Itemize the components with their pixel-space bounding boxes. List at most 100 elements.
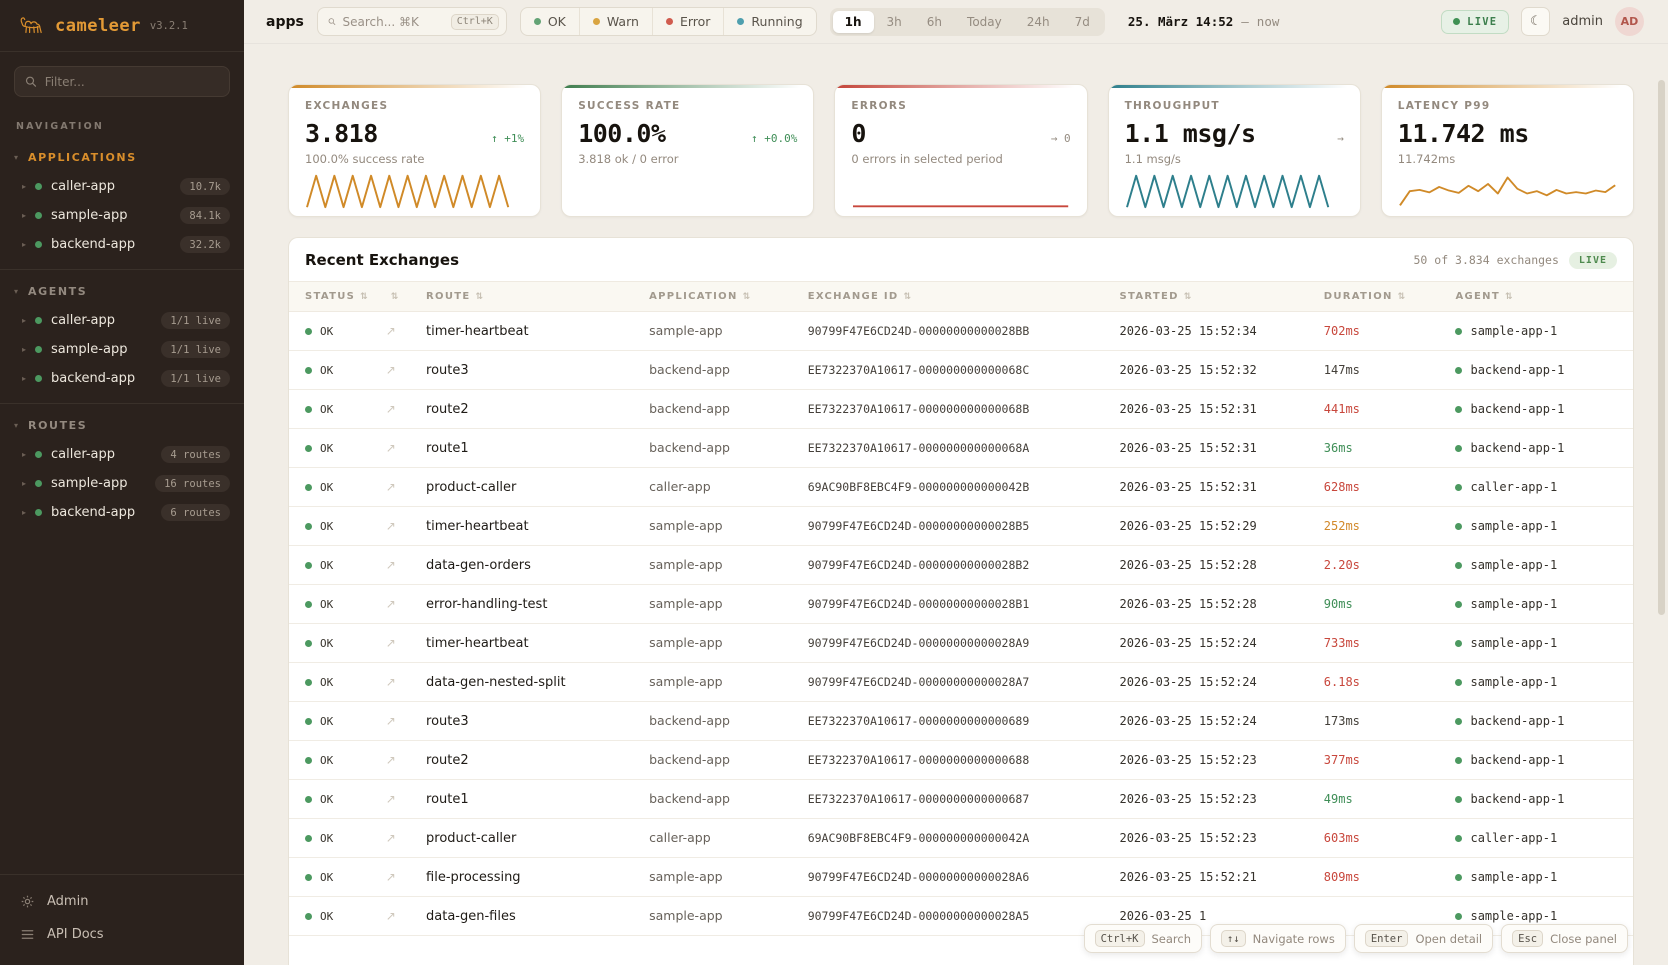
- table-row[interactable]: OK ↗ timer-heartbeat sample-app 90799F47…: [289, 507, 1633, 546]
- sidebar-item[interactable]: ▸ backend-app 6 routes: [0, 498, 244, 527]
- metric-value: 1.1 msg/s: [1125, 119, 1256, 148]
- row-application: sample-app: [649, 557, 723, 572]
- sidebar-item[interactable]: ▸ caller-app 10.7k: [0, 172, 244, 201]
- open-exchange-icon[interactable]: ↗: [386, 675, 396, 689]
- row-started: 2026-03-25 15:52:23: [1119, 753, 1256, 767]
- time-range-button[interactable]: 6h: [915, 11, 954, 33]
- row-agent-label: backend-app-1: [1470, 441, 1564, 455]
- row-started: 2026-03-25 15:52:29: [1119, 519, 1256, 533]
- sidebar-filter[interactable]: [14, 66, 230, 97]
- search-box[interactable]: Ctrl+K: [317, 7, 507, 36]
- column-header[interactable]: STARTED⇅: [1111, 282, 1315, 312]
- row-status: OK: [305, 871, 370, 884]
- sidebar-item[interactable]: ▸ sample-app 1/1 live: [0, 335, 244, 364]
- ok-dot-icon: [305, 718, 312, 725]
- column-header[interactable]: EXCHANGE ID⇅: [800, 282, 1112, 312]
- theme-toggle-button[interactable]: ☾: [1521, 7, 1550, 36]
- sidebar-footer-item[interactable]: Admin: [0, 885, 244, 918]
- column-header[interactable]: DURATION⇅: [1316, 282, 1448, 312]
- table-row[interactable]: OK ↗ file-processing sample-app 90799F47…: [289, 858, 1633, 897]
- sidebar-item[interactable]: ▸ sample-app 16 routes: [0, 469, 244, 498]
- sidebar-item[interactable]: ▸ caller-app 1/1 live: [0, 306, 244, 335]
- sidebar-section-header[interactable]: ▾ ROUTES: [0, 412, 244, 440]
- table-row[interactable]: OK ↗ product-caller caller-app 69AC90BF8…: [289, 468, 1633, 507]
- column-header[interactable]: AGENT⇅: [1447, 282, 1633, 312]
- open-exchange-icon[interactable]: ↗: [386, 324, 396, 338]
- sidebar-item[interactable]: ▸ caller-app 4 routes: [0, 440, 244, 469]
- sort-icon: ⇅: [391, 292, 400, 302]
- open-exchange-icon[interactable]: ↗: [386, 636, 396, 650]
- filter-input[interactable]: [45, 75, 219, 89]
- table-row[interactable]: OK ↗ timer-heartbeat sample-app 90799F47…: [289, 312, 1633, 351]
- metric-accent-bar: [1382, 85, 1633, 88]
- row-route: route1: [426, 441, 469, 456]
- open-exchange-icon[interactable]: ↗: [386, 519, 396, 533]
- open-exchange-icon[interactable]: ↗: [386, 558, 396, 572]
- table-row[interactable]: OK ↗ route3 backend-app EE7322370A10617-…: [289, 351, 1633, 390]
- search-input[interactable]: [343, 15, 444, 29]
- app-version: v3.2.1: [150, 20, 188, 32]
- scrollbar-thumb[interactable]: [1658, 80, 1665, 615]
- table-row[interactable]: OK ↗ route1 backend-app EE7322370A10617-…: [289, 429, 1633, 468]
- open-exchange-icon[interactable]: ↗: [386, 714, 396, 728]
- chevron-right-icon: ▸: [22, 450, 26, 459]
- status-filter-chip[interactable]: Running: [723, 8, 815, 35]
- time-range-button[interactable]: 24h: [1015, 11, 1062, 33]
- open-exchange-icon[interactable]: ↗: [386, 792, 396, 806]
- column-header[interactable]: STATUS⇅: [289, 282, 378, 312]
- sidebar-section-header[interactable]: ▾ AGENTS: [0, 278, 244, 306]
- status-dot: [35, 480, 42, 487]
- table-row[interactable]: OK ↗ error-handling-test sample-app 9079…: [289, 585, 1633, 624]
- table-row[interactable]: OK ↗ product-caller caller-app 69AC90BF8…: [289, 819, 1633, 858]
- status-filter-chip[interactable]: Error: [652, 8, 723, 35]
- time-range-button[interactable]: 1h: [833, 11, 874, 33]
- open-exchange-icon[interactable]: ↗: [386, 402, 396, 416]
- sidebar-item[interactable]: ▸ backend-app 1/1 live: [0, 364, 244, 393]
- table-row[interactable]: OK ↗ route3 backend-app EE7322370A10617-…: [289, 702, 1633, 741]
- metric-subtitle: 3.818 ok / 0 error: [578, 152, 797, 166]
- time-range-button[interactable]: Today: [955, 11, 1014, 33]
- sidebar-item[interactable]: ▸ sample-app 84.1k: [0, 201, 244, 230]
- table-row[interactable]: OK ↗ timer-heartbeat sample-app 90799F47…: [289, 624, 1633, 663]
- open-exchange-icon[interactable]: ↗: [386, 909, 396, 923]
- table-row[interactable]: OK ↗ data-gen-orders sample-app 90799F47…: [289, 546, 1633, 585]
- sidebar-sections: ▾ APPLICATIONS ▸ caller-app 10.7k ▸ samp…: [0, 136, 244, 874]
- sort-icon: ⇅: [743, 292, 752, 302]
- column-header[interactable]: ROUTE⇅: [418, 282, 641, 312]
- open-exchange-icon[interactable]: ↗: [386, 753, 396, 767]
- open-exchange-icon[interactable]: ↗: [386, 597, 396, 611]
- open-exchange-icon[interactable]: ↗: [386, 480, 396, 494]
- sidebar-section-header[interactable]: ▾ APPLICATIONS: [0, 144, 244, 172]
- row-status: OK: [305, 910, 370, 923]
- status-filter-chip[interactable]: OK: [521, 8, 579, 35]
- open-exchange-icon[interactable]: ↗: [386, 441, 396, 455]
- table-row[interactable]: OK ↗ route1 backend-app EE7322370A10617-…: [289, 780, 1633, 819]
- avatar[interactable]: AD: [1615, 7, 1644, 36]
- status-filter-chip[interactable]: Warn: [579, 8, 652, 35]
- table-row[interactable]: OK ↗ route2 backend-app EE7322370A10617-…: [289, 741, 1633, 780]
- column-header[interactable]: ⇅: [378, 282, 418, 312]
- metric-card: ERRORS 0 → 0 0 errors in selected period: [834, 84, 1087, 217]
- sidebar-section: ▾ AGENTS ▸ caller-app 1/1 live ▸ sample-…: [0, 269, 244, 403]
- open-exchange-icon[interactable]: ↗: [386, 831, 396, 845]
- sidebar-footer-item[interactable]: API Docs: [0, 918, 244, 951]
- table-row[interactable]: OK ↗ data-gen-nested-split sample-app 90…: [289, 663, 1633, 702]
- ok-dot-icon: [305, 796, 312, 803]
- column-header[interactable]: APPLICATION⇅: [641, 282, 800, 312]
- table-row[interactable]: OK ↗ route2 backend-app EE7322370A10617-…: [289, 390, 1633, 429]
- row-route: file-processing: [426, 870, 521, 885]
- row-application: backend-app: [649, 401, 730, 416]
- nav-item-badge: 32.2k: [180, 236, 230, 253]
- time-range-button[interactable]: 3h: [875, 11, 914, 33]
- time-range-button[interactable]: 7d: [1063, 11, 1102, 33]
- status-dot: [35, 317, 42, 324]
- sidebar-item[interactable]: ▸ backend-app 32.2k: [0, 230, 244, 259]
- open-exchange-icon[interactable]: ↗: [386, 363, 396, 377]
- metric-accent-bar: [562, 85, 813, 88]
- open-exchange-icon[interactable]: ↗: [386, 870, 396, 884]
- agent-dot-icon: [1455, 874, 1462, 881]
- agent-dot-icon: [1455, 445, 1462, 452]
- time-range-group: 1h 3h 6h Today 24h 7d: [830, 8, 1105, 36]
- live-toggle[interactable]: LIVE: [1441, 10, 1509, 34]
- metric-accent-bar: [1109, 85, 1360, 88]
